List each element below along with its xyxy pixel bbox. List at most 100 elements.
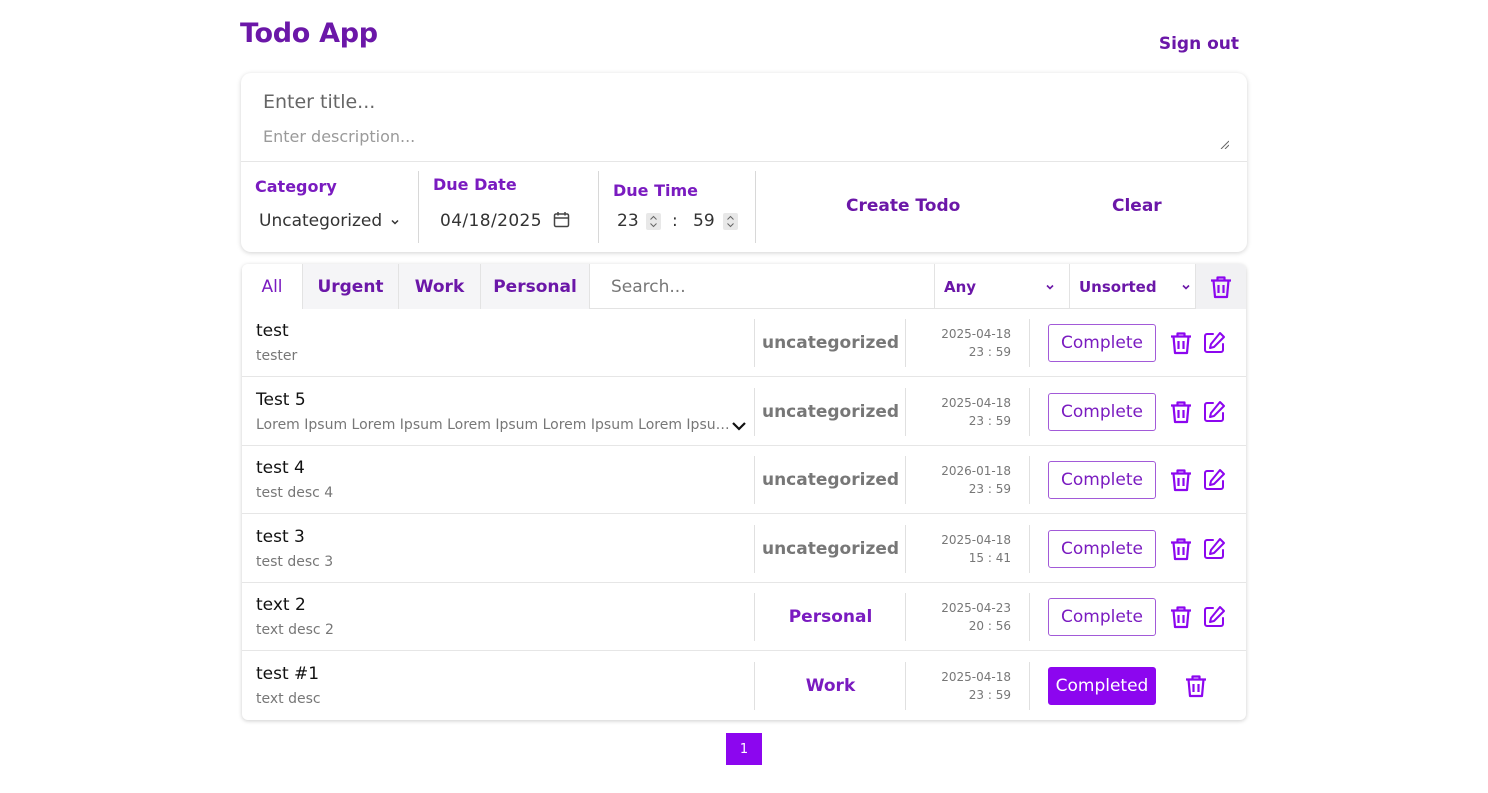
complete-button[interactable]: Complete <box>1048 324 1156 362</box>
todo-due: 2026-01-18 23 : 59 <box>906 462 1011 498</box>
edit-icon[interactable] <box>1201 330 1227 356</box>
todo-due-date: 2025-04-18 <box>941 395 1011 410</box>
trash-icon[interactable] <box>1168 330 1194 356</box>
todo-due-date: 2025-04-23 <box>941 601 1011 615</box>
search-input[interactable]: Search... <box>590 264 935 309</box>
expand-chevron-icon[interactable] <box>731 418 747 434</box>
todo-row: test #1 text desc Work 2025-04-18 23 : 59 Com… <box>242 652 1246 720</box>
trash-icon[interactable] <box>1168 536 1194 562</box>
sort-select-value: Unsorted <box>1079 277 1157 296</box>
edit-icon[interactable] <box>1201 467 1227 493</box>
todo-due: 2025-04-18 23 : 59 <box>906 668 1011 704</box>
todo-due-time: 23 : 59 <box>968 482 1011 496</box>
field-separator <box>755 171 756 243</box>
due-minute-input[interactable]: 59 <box>693 211 715 231</box>
field-separator <box>598 171 599 243</box>
hour-spinner[interactable] <box>646 213 661 230</box>
todo-due-date: 2025-04-18 <box>941 669 1011 684</box>
app-title: Todo App <box>240 18 378 49</box>
todo-due-time: 15 : 41 <box>968 550 1011 565</box>
cell-separator <box>1029 661 1030 710</box>
pagination-page-button[interactable]: 1 <box>726 733 762 765</box>
todo-category: Work <box>805 675 856 696</box>
minute-spinner[interactable] <box>723 213 738 230</box>
calendar-icon[interactable] <box>553 211 570 228</box>
due-date-input[interactable]: 04/18/2025 <box>440 211 542 231</box>
cell-separator <box>1029 524 1030 573</box>
resize-grip-icon[interactable] <box>1219 139 1229 149</box>
todo-due-date: 2026-01-18 <box>941 464 1011 478</box>
edit-icon[interactable] <box>1201 399 1227 425</box>
todo-row: test 4 test desc 4 uncategorized 2026-01-18… <box>242 446 1246 514</box>
tab-urgent[interactable]: Urgent <box>303 264 399 309</box>
trash-icon[interactable] <box>1168 399 1194 425</box>
cell-separator <box>1029 593 1030 641</box>
cell-separator <box>1029 456 1030 504</box>
todo-row: test 3 test desc 3 uncategorized 2025-04-18… <box>242 515 1246 583</box>
filter-select-value: Any <box>944 277 977 296</box>
todo-title: text 2 <box>256 595 306 615</box>
todo-category: uncategorized <box>761 333 900 353</box>
todo-row: Test 5 Lorem Ipsum Lorem Ipsum Lorem Ipsu… <box>242 378 1246 446</box>
sign-out-link[interactable]: Sign out <box>1159 34 1239 54</box>
tab-work[interactable]: Work <box>399 264 481 309</box>
todo-description: test desc 3 <box>256 553 334 570</box>
complete-button[interactable]: Complete <box>1048 598 1156 636</box>
complete-button[interactable]: Complete <box>1048 392 1156 431</box>
todo-due-time: 23 : 59 <box>968 345 1011 359</box>
todo-description: text desc 2 <box>256 622 334 638</box>
trash-icon[interactable] <box>1183 673 1209 699</box>
trash-icon[interactable] <box>1168 604 1194 630</box>
todo-due-time: 20 : 56 <box>968 619 1011 633</box>
complete-button[interactable]: Complete <box>1048 461 1156 499</box>
cell-separator <box>1029 387 1030 436</box>
todo-description: tester <box>256 348 298 364</box>
todo-due-time: 23 : 59 <box>968 413 1011 428</box>
chevron-down-icon <box>1046 284 1054 290</box>
todo-list: All Urgent Work Personal Search... Any U… <box>242 264 1246 720</box>
todo-title: test 3 <box>256 526 305 547</box>
tab-personal[interactable]: Personal <box>481 264 590 309</box>
todo-due: 2025-04-18 23 : 59 <box>906 394 1011 430</box>
field-separator <box>418 171 419 243</box>
create-todo-form: Enter title... Enter description... Cate… <box>241 73 1247 252</box>
edit-icon[interactable] <box>1201 604 1227 630</box>
bulk-delete-button[interactable] <box>1196 264 1246 309</box>
due-time-label: Due Time <box>613 181 699 200</box>
chevron-down-icon <box>1182 284 1190 290</box>
clear-button[interactable]: Clear <box>1112 196 1162 216</box>
todo-due: 2025-04-18 23 : 59 <box>906 325 1011 361</box>
category-select[interactable]: Uncategorized <box>259 211 382 231</box>
description-input[interactable]: Enter description... <box>263 127 1163 146</box>
list-toolbar: All Urgent Work Personal Search... Any U… <box>242 264 1246 309</box>
due-hour-input[interactable]: 23 <box>617 211 639 231</box>
tab-all[interactable]: All <box>242 264 303 309</box>
todo-row: test tester uncategorized 2025-04-18 23 : 59… <box>242 309 1246 377</box>
todo-title: test 4 <box>256 458 305 478</box>
todo-due-date: 2025-04-18 <box>941 327 1011 341</box>
todo-category: uncategorized <box>761 470 900 490</box>
todo-description: Lorem Ipsum Lorem Ipsum Lorem Ipsum Lore… <box>256 416 730 433</box>
todo-due: 2025-04-23 20 : 56 <box>906 599 1011 635</box>
trash-icon <box>1211 275 1231 298</box>
complete-button[interactable]: Complete <box>1048 529 1156 568</box>
edit-icon[interactable] <box>1201 536 1227 562</box>
title-input[interactable]: Enter title... <box>263 91 1163 113</box>
chevron-down-icon <box>391 219 399 225</box>
create-todo-button[interactable]: Create Todo <box>846 196 960 216</box>
cell-separator <box>1029 319 1030 367</box>
filter-select[interactable]: Any <box>935 264 1070 309</box>
todo-title: Test 5 <box>256 389 306 410</box>
due-date-label: Due Date <box>433 175 517 194</box>
todo-title: test #1 <box>256 663 320 684</box>
time-separator: : <box>672 211 678 231</box>
todo-row: text 2 text desc 2 Personal 2025-04-23 20 : … <box>242 583 1246 651</box>
completed-button[interactable]: Completed <box>1048 666 1156 705</box>
sort-select[interactable]: Unsorted <box>1070 264 1196 309</box>
todo-due: 2025-04-18 15 : 41 <box>906 531 1011 567</box>
todo-description: test desc 4 <box>256 485 334 501</box>
todo-description: text desc <box>256 690 321 707</box>
todo-category: Personal <box>788 607 873 627</box>
todo-due-time: 23 : 59 <box>968 687 1011 702</box>
trash-icon[interactable] <box>1168 467 1194 493</box>
